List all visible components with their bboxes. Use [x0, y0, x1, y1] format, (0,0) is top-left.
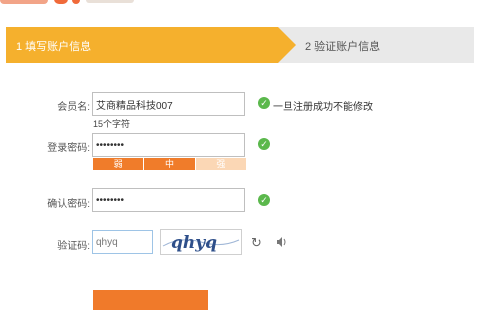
strength-weak: 弱 [93, 158, 145, 170]
step-2-label: 2 验证账户信息 [305, 41, 381, 53]
submit-button[interactable] [93, 290, 208, 310]
member-name-value: 艾商精品科技007 [96, 100, 173, 112]
check-icon: ✓ [258, 97, 270, 109]
registration-steps: 1 填写账户信息 2 验证账户信息 [6, 27, 474, 63]
strength-medium: 中 [144, 158, 196, 170]
password-value: •••••••• [96, 139, 125, 151]
strength-strong: 强 [195, 158, 246, 170]
step-1-active: 1 填写账户信息 [6, 27, 296, 63]
member-name-label: 会员名: [57, 102, 90, 113]
member-name-input[interactable]: 艾商精品科技007 [92, 92, 245, 116]
check-icon: ✓ [258, 194, 270, 206]
member-name-length-hint: 15个字符 [93, 119, 131, 129]
captcha-input[interactable]: qhyq [92, 230, 153, 254]
password-input[interactable]: •••••••• [92, 133, 245, 157]
captcha-label: 验证码: [57, 241, 90, 252]
check-icon: ✓ [258, 138, 270, 150]
password-strength-meter: 弱 中 强 [93, 158, 246, 170]
captcha-input-value: qhyq [96, 236, 118, 248]
refresh-icon[interactable]: ↻ [251, 236, 262, 250]
site-logo [0, 0, 200, 6]
step-1-label: 1 填写账户信息 [16, 41, 92, 53]
captcha-image-text: qhyq [171, 233, 217, 253]
speaker-icon[interactable] [276, 236, 288, 252]
confirm-password-input[interactable]: •••••••• [92, 188, 245, 212]
confirm-password-label: 确认密码: [47, 199, 90, 210]
captcha-image[interactable]: qhyq [160, 229, 242, 255]
confirm-password-value: •••••••• [96, 194, 125, 206]
member-name-note: 一旦注册成功不能修改 [273, 102, 373, 113]
password-label: 登录密码: [47, 143, 90, 154]
